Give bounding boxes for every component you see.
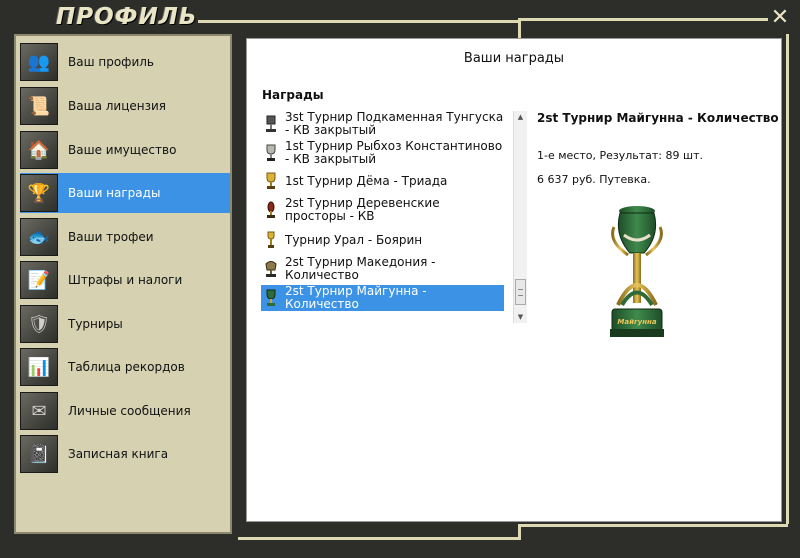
scrollbar-thumb[interactable] [515,279,526,305]
trophy-icon: 🏆 [20,174,58,212]
sidebar-item-label: Штрафы и налоги [68,273,183,287]
sidebar-item-label: Ваши трофеи [68,230,154,244]
trophy-icon [263,141,279,165]
award-name: 2st Турнир Деревенские [285,196,440,210]
trophy-icon [263,112,279,136]
trophy-icon [263,286,279,310]
sidebar-item-trophies[interactable]: 🐟 Ваши трофеи [20,217,230,257]
scroll-up-icon[interactable]: ▲ [514,111,527,123]
trophy-icon [263,169,279,193]
close-icon[interactable]: ✕ [770,7,790,29]
frame-decor [518,18,768,21]
sidebar-item-notebook[interactable]: 📓 Записная книга [20,434,230,474]
sidebar-item-label: Ваше имущество [68,143,177,157]
fish-icon: 🐟 [20,218,58,256]
scroll-down-icon[interactable]: ▼ [514,311,527,323]
award-detail-title: 2st Турнир Майгунна - Количество [537,111,779,125]
award-detail-prize: 6 637 руб. Путевка. [537,173,651,186]
awards-list[interactable]: 3st Турнир Подкаменная Тунгуска - КВ закр… [261,111,527,323]
award-name-cont: - КВ закрытый [285,152,377,166]
sidebar-item-label: Личные сообщения [68,404,191,418]
award-name: 2st Турнир Македония - [285,255,436,269]
awards-list-heading: Награды [262,88,324,102]
list-item[interactable]: 2st Турнир Македония - Количество [261,256,504,282]
tournament-icon: 🛡 [20,305,58,343]
document-icon: 📝 [20,261,58,299]
bar-chart-icon: 📊 [20,348,58,386]
users-icon: 👥 [20,43,58,81]
list-item[interactable]: 1st Турнир Рыбхоз Константиново - КВ закр… [261,140,504,166]
list-item[interactable]: 3st Турнир Подкаменная Тунгуска - КВ закр… [261,111,504,137]
trophy-icon [263,257,279,281]
sidebar-item-label: Ваша лицензия [68,99,166,113]
sidebar-item-property[interactable]: 🏠 Ваше имущество [20,130,230,170]
award-name: Турнир Урал - Боярин [285,232,423,247]
sidebar: 👥 Ваш профиль 📜 Ваша лицензия 🏠 Ваше иму… [14,34,232,534]
sidebar-item-label: Ваш профиль [68,55,154,69]
notebook-icon: 📓 [20,435,58,473]
award-detail-result: 1-е место, Результат: 89 шт. [537,149,703,162]
trophy-icon [263,198,279,222]
award-name-cont: - КВ закрытый [285,123,377,137]
list-item-selected[interactable]: 2st Турнир Майгунна - Количество [261,285,504,311]
frame-decor [518,20,521,38]
sidebar-item-tournaments[interactable]: 🛡 Турниры [20,304,230,344]
trophy-plate-text: Майгунна [617,318,656,326]
award-name: 1st Турнир Рыбхоз Константиново [285,139,503,153]
sidebar-item-profile[interactable]: 👥 Ваш профиль [20,42,230,82]
envelope-icon: ✉ [20,392,58,430]
sidebar-item-awards[interactable]: 🏆 Ваши награды [20,173,230,213]
trophy-icon [263,228,279,252]
list-item[interactable]: 2st Турнир Деревенские просторы - КВ [261,197,504,223]
frame-decor [238,537,518,540]
list-item[interactable]: 1st Турнир Дёма - Триада [261,169,504,193]
sidebar-item-label: Ваши награды [68,186,161,200]
license-icon: 📜 [20,87,58,125]
sidebar-item-label: Турниры [68,317,123,331]
sidebar-item-license[interactable]: 📜 Ваша лицензия [20,86,230,126]
award-name: 1st Турнир Дёма - Триада [285,173,448,188]
frame-decor [198,20,518,23]
house-icon: 🏠 [20,131,58,169]
list-scrollbar[interactable]: ▲ ▼ [513,111,527,323]
page-title: Ваши награды [463,51,565,66]
sidebar-item-messages[interactable]: ✉ Личные сообщения [20,391,230,431]
frame-decor [786,34,789,524]
trophy-image: Майгунна [610,206,664,337]
award-name-cont: Количество [285,268,359,282]
award-name-cont: просторы - КВ [285,209,375,223]
sidebar-item-label: Таблица рекордов [68,360,185,374]
awards-panel: Ваши награды Награды 3st Турнир Подкамен… [246,38,782,522]
list-item[interactable]: Турнир Урал - Боярин [261,228,504,252]
sidebar-item-records[interactable]: 📊 Таблица рекордов [20,347,230,387]
window-frame: ПРОФИЛЬ ✕ 👥 Ваш профиль 📜 Ваша лицензия … [0,0,800,558]
frame-decor [518,524,788,527]
sidebar-item-label: Записная книга [68,447,169,461]
award-name: 2st Турнир Майгунна - [285,284,427,298]
sidebar-item-fines[interactable]: 📝 Штрафы и налоги [20,260,230,300]
window-title: ПРОФИЛЬ [56,4,198,30]
award-name-cont: Количество [285,297,359,311]
